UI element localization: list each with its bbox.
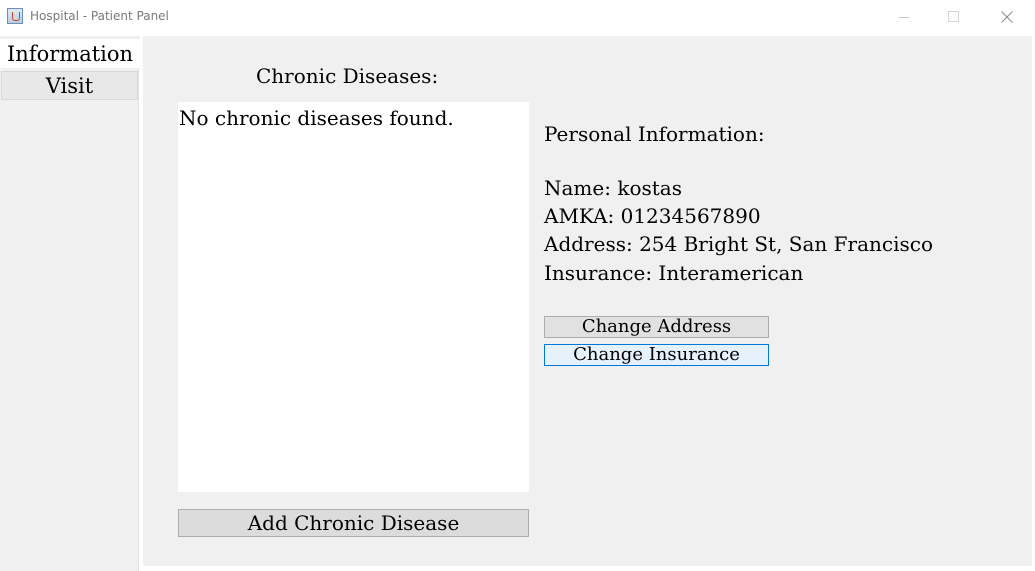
sidebar-tabs: Information Visit bbox=[0, 36, 140, 571]
patient-insurance: Insurance: Interamerican bbox=[544, 261, 804, 285]
title-bar: Hospital - Patient Panel bbox=[0, 0, 1035, 34]
minimize-icon[interactable] bbox=[880, 0, 926, 34]
chronic-diseases-list[interactable]: No chronic diseases found. bbox=[178, 102, 529, 492]
patient-panel-window: Hospital - Patient Panel Information Vis… bbox=[0, 0, 1035, 571]
patient-amka: AMKA: 01234567890 bbox=[544, 204, 761, 228]
window-title: Hospital - Patient Panel bbox=[30, 9, 169, 23]
change-address-button[interactable]: Change Address bbox=[544, 316, 769, 338]
add-chronic-disease-button[interactable]: Add Chronic Disease bbox=[178, 509, 529, 537]
patient-address: Address: 254 Bright St, San Francisco bbox=[544, 232, 933, 256]
tab-visit[interactable]: Visit bbox=[1, 71, 138, 100]
java-app-icon bbox=[7, 8, 23, 24]
tab-information[interactable]: Information bbox=[0, 39, 140, 68]
information-panel: Chronic Diseases: No chronic diseases fo… bbox=[143, 36, 1032, 566]
personal-information-title: Personal Information: bbox=[544, 122, 765, 146]
maximize-icon[interactable] bbox=[930, 0, 976, 34]
chronic-diseases-title: Chronic Diseases: bbox=[256, 64, 439, 88]
close-icon[interactable] bbox=[984, 0, 1030, 34]
list-item[interactable]: No chronic diseases found. bbox=[179, 106, 454, 130]
patient-name: Name: kostas bbox=[544, 176, 682, 200]
change-insurance-button[interactable]: Change Insurance bbox=[544, 344, 769, 366]
